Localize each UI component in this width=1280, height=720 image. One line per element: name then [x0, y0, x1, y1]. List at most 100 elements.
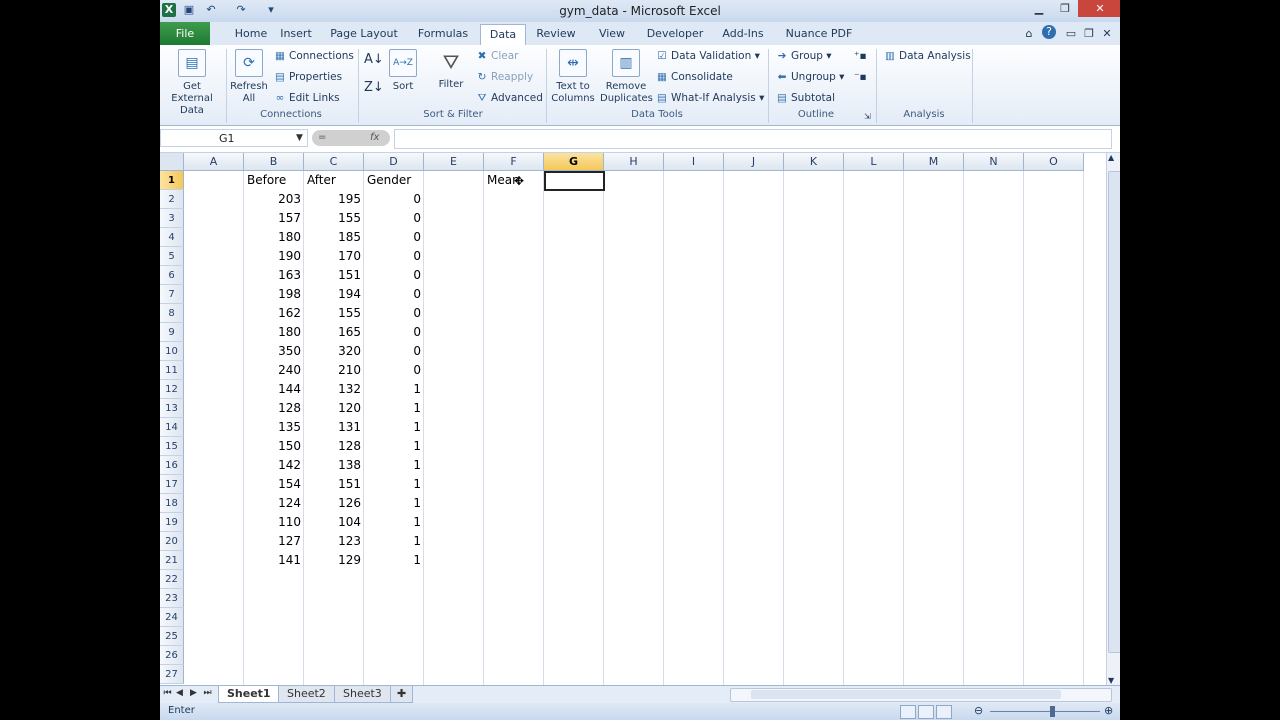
row-header-7[interactable]: 7 — [160, 285, 184, 304]
clear-filter-button[interactable]: ✖ Clear — [476, 49, 519, 63]
data-cell-after[interactable]: 131 — [304, 418, 364, 437]
column-header-j[interactable]: J — [724, 153, 784, 171]
doc-restore-icon[interactable]: ❐ — [1082, 26, 1096, 44]
insert-function-icon[interactable]: fx — [370, 130, 379, 146]
tab-nuance-pdf[interactable]: Nuance PDF — [784, 26, 854, 44]
data-analysis-button[interactable]: ▥ Data Analysis — [884, 49, 971, 63]
data-cell-gender[interactable]: 1 — [364, 475, 424, 494]
column-header-e[interactable]: E — [424, 153, 484, 171]
page-break-view-icon[interactable] — [936, 705, 952, 719]
row-header-16[interactable]: 16 — [160, 456, 184, 475]
row-header-26[interactable]: 26 — [160, 646, 184, 665]
zoom-slider[interactable] — [990, 711, 1100, 712]
vertical-scrollbar[interactable]: ▲ ▼ — [1106, 153, 1120, 685]
name-box[interactable]: G1 — [160, 129, 308, 147]
text-to-columns-button[interactable]: ⇹ Text to Columns — [550, 49, 596, 105]
sheet-tab-sheet3[interactable]: Sheet3 — [334, 686, 391, 703]
minimize-button[interactable]: ▁ — [1026, 0, 1052, 17]
data-cell-after[interactable]: 195 — [304, 190, 364, 209]
subtotal-button[interactable]: ▤ Subtotal — [776, 91, 835, 105]
row-header-12[interactable]: 12 — [160, 380, 184, 399]
show-detail-icon[interactable]: ⁺▪ — [854, 49, 867, 63]
row-header-24[interactable]: 24 — [160, 608, 184, 627]
column-header-d[interactable]: D — [364, 153, 424, 171]
name-box-dropdown-icon[interactable]: ▼ — [296, 133, 303, 143]
next-sheet-icon[interactable]: ▶ — [188, 688, 199, 698]
data-cell-after[interactable]: 151 — [304, 475, 364, 494]
column-header-f[interactable]: F — [484, 153, 544, 171]
data-cell-gender[interactable]: 0 — [364, 323, 424, 342]
what-if-analysis-button[interactable]: ▤ What-If Analysis ▾ — [656, 91, 764, 105]
last-sheet-icon[interactable]: ⏭ — [202, 688, 213, 698]
data-cell-after[interactable]: 126 — [304, 494, 364, 513]
active-cell-g1[interactable] — [544, 171, 605, 191]
row-header-1[interactable]: 1 — [160, 171, 184, 190]
data-cell-before[interactable]: 240 — [244, 361, 304, 380]
row-header-21[interactable]: 21 — [160, 551, 184, 570]
row-header-22[interactable]: 22 — [160, 570, 184, 589]
header-cell-gender[interactable]: Gender — [364, 171, 424, 190]
data-cell-after[interactable]: 155 — [304, 209, 364, 228]
data-cell-gender[interactable]: 1 — [364, 437, 424, 456]
data-cell-before[interactable]: 135 — [244, 418, 304, 437]
data-cell-after[interactable]: 104 — [304, 513, 364, 532]
data-cell-gender[interactable]: 0 — [364, 285, 424, 304]
tab-page-layout[interactable]: Page Layout — [328, 26, 400, 44]
outline-dialog-launcher-icon[interactable]: ⇲ — [864, 110, 871, 124]
get-external-data-button[interactable]: ▤ Get External Data — [162, 49, 222, 117]
tab-review[interactable]: Review — [532, 26, 580, 44]
column-header-c[interactable]: C — [304, 153, 364, 171]
data-cell-before[interactable]: 203 — [244, 190, 304, 209]
row-header-25[interactable]: 25 — [160, 627, 184, 646]
tab-file[interactable]: File — [160, 22, 210, 45]
data-cell-gender[interactable]: 0 — [364, 266, 424, 285]
cancel-formula-icon[interactable]: = — [318, 130, 326, 146]
data-cell-gender[interactable]: 0 — [364, 304, 424, 323]
help-icon[interactable]: ? — [1042, 25, 1056, 39]
data-cell-before[interactable]: 128 — [244, 399, 304, 418]
data-cell-before[interactable]: 198 — [244, 285, 304, 304]
scroll-down-icon[interactable]: ▼ — [1108, 676, 1114, 685]
data-cell-gender[interactable]: 0 — [364, 228, 424, 247]
data-cell-gender[interactable]: 0 — [364, 361, 424, 380]
connections-button[interactable]: ▦ Connections — [274, 49, 354, 63]
worksheet-grid[interactable]: ABCDEFGHIJKLMNO 1 2 3 4 5 6 7 8 9 10 11 12 13 14 15 16 1… — [160, 153, 1106, 685]
data-cell-gender[interactable]: 0 — [364, 209, 424, 228]
horizontal-scrollbar[interactable] — [730, 688, 1112, 702]
data-cell-before[interactable]: 141 — [244, 551, 304, 570]
zoom-in-icon[interactable]: ⊕ — [1104, 704, 1113, 717]
tab-formulas[interactable]: Formulas — [414, 26, 472, 44]
sheet-tab-sheet1[interactable]: Sheet1 — [218, 686, 280, 703]
sort-ascending-button[interactable]: A↓ — [364, 53, 384, 67]
hide-detail-icon[interactable]: ⁻▪ — [854, 70, 867, 84]
data-cell-before[interactable]: 163 — [244, 266, 304, 285]
data-cell-after[interactable]: 185 — [304, 228, 364, 247]
row-header-4[interactable]: 4 — [160, 228, 184, 247]
insert-sheet-icon[interactable]: ✚ — [390, 686, 414, 703]
data-cell-after[interactable]: 155 — [304, 304, 364, 323]
data-cell-gender[interactable]: 1 — [364, 456, 424, 475]
data-cell-after[interactable]: 165 — [304, 323, 364, 342]
row-header-20[interactable]: 20 — [160, 532, 184, 551]
group-button[interactable]: ➔ Group ▾ — [776, 49, 832, 63]
row-header-5[interactable]: 5 — [160, 247, 184, 266]
tab-add-ins[interactable]: Add-Ins — [716, 26, 770, 44]
data-cell-gender[interactable]: 1 — [364, 513, 424, 532]
column-header-n[interactable]: N — [964, 153, 1024, 171]
minimize-ribbon-icon[interactable]: ⌂ — [1022, 26, 1036, 44]
row-header-8[interactable]: 8 — [160, 304, 184, 323]
data-cell-before[interactable]: 144 — [244, 380, 304, 399]
data-cell-before[interactable]: 180 — [244, 228, 304, 247]
horizontal-scroll-thumb[interactable] — [751, 690, 1061, 699]
ungroup-button[interactable]: ⬅ Ungroup ▾ — [776, 70, 845, 84]
data-cell-after[interactable]: 151 — [304, 266, 364, 285]
data-cell-after[interactable]: 210 — [304, 361, 364, 380]
row-header-23[interactable]: 23 — [160, 589, 184, 608]
zoom-out-icon[interactable]: ⊖ — [974, 704, 983, 717]
data-cell-gender[interactable]: 0 — [364, 190, 424, 209]
tab-view[interactable]: View — [592, 26, 632, 44]
consolidate-button[interactable]: ▦ Consolidate — [656, 70, 733, 84]
vertical-scroll-thumb[interactable] — [1108, 171, 1120, 653]
column-header-i[interactable]: I — [664, 153, 724, 171]
data-cell-before[interactable]: 180 — [244, 323, 304, 342]
